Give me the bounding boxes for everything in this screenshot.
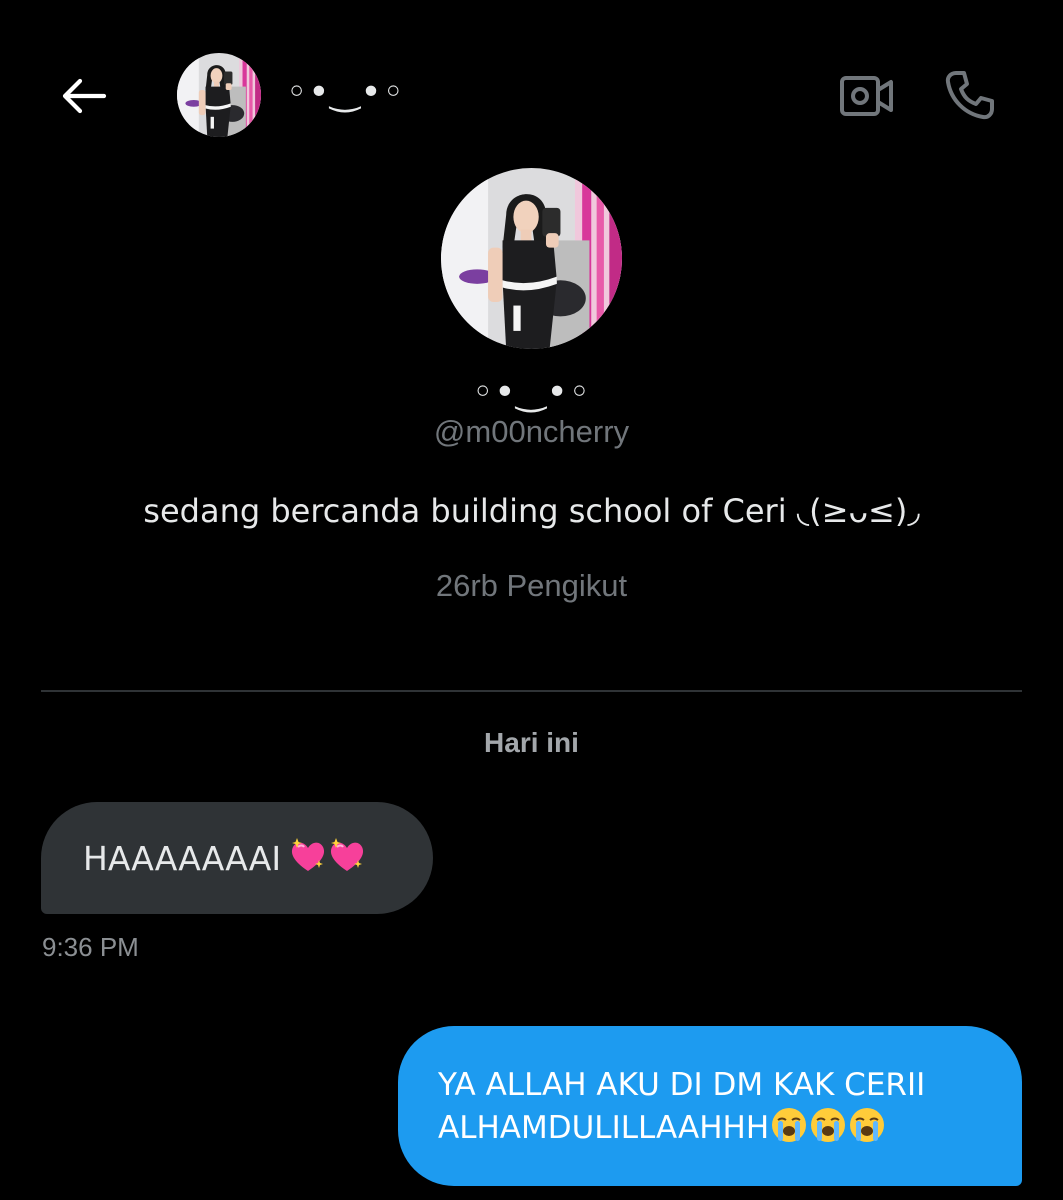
- loudly-crying-face-icon: [809, 1106, 847, 1155]
- outgoing-message-bubble[interactable]: YA ALLAH AKU DI DM KAK CERII ALHAMDULILL…: [398, 1026, 1022, 1186]
- incoming-message-text: HAAAAAAAI: [83, 838, 282, 878]
- profile-avatar[interactable]: [441, 168, 622, 349]
- date-separator: Hari ini: [484, 727, 579, 758]
- arrow-left-icon: [62, 78, 107, 114]
- profile-bio: sedang bercanda building school of Ceri …: [143, 492, 920, 530]
- divider: [41, 690, 1022, 692]
- profile-followers-count[interactable]: 26rb Pengikut: [0, 568, 1063, 604]
- header-display-name[interactable]: ◦•‿•◦: [286, 72, 405, 113]
- sparkling-heart-icon: [289, 837, 327, 879]
- profile-display-name: ◦•‿•◦: [472, 372, 591, 413]
- header-avatar[interactable]: [177, 53, 261, 137]
- video-camera-icon: [840, 76, 893, 116]
- outgoing-message-line-2: ALHAMDULILLAAHHH: [438, 1106, 992, 1155]
- outgoing-message-line: YA ALLAH AKU DI DM KAK CERII: [438, 1067, 926, 1103]
- incoming-message-bubble[interactable]: HAAAAAAAI: [41, 802, 433, 914]
- message-timestamp: 9:36 PM: [42, 932, 139, 962]
- outgoing-message-text: ALHAMDULILLAAHHH: [438, 1110, 770, 1146]
- voice-call-button[interactable]: [938, 64, 1002, 126]
- sparkling-heart-icon: [328, 837, 366, 879]
- video-call-button[interactable]: [836, 68, 898, 124]
- conversation-header: ◦•‿•◦: [0, 0, 1063, 190]
- loudly-crying-face-icon: [770, 1106, 808, 1155]
- profile-handle[interactable]: @m00ncherry: [0, 414, 1063, 450]
- phone-icon: [945, 71, 994, 120]
- loudly-crying-face-icon: [848, 1106, 886, 1155]
- back-button[interactable]: [56, 70, 112, 122]
